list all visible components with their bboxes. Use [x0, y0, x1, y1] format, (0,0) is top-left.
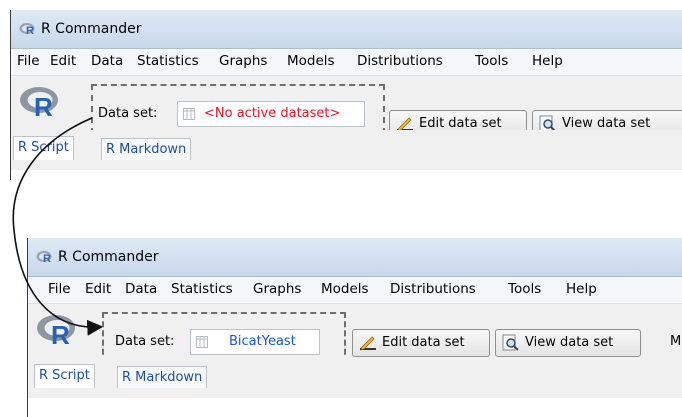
transition-arrow — [12, 117, 104, 336]
